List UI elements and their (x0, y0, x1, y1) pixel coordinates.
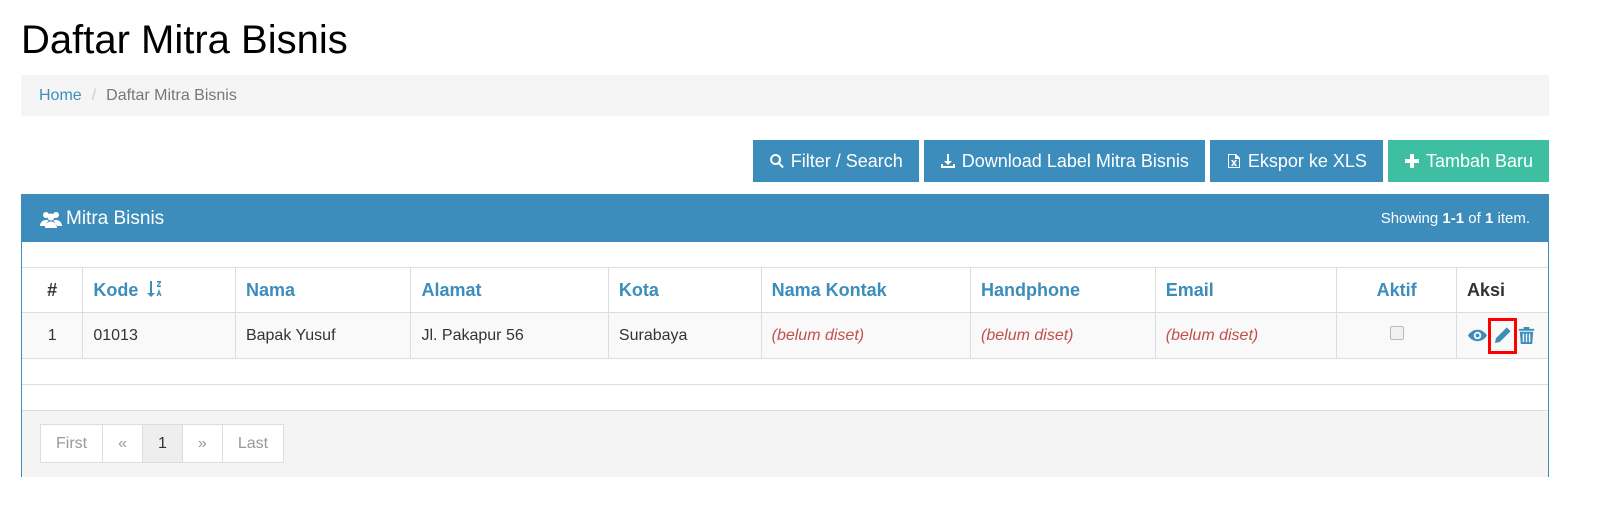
cell-aksi (1455, 312, 1548, 359)
cell-aktif (1336, 312, 1457, 359)
column-header-kota[interactable]: Kota (607, 267, 762, 313)
row-actions (1467, 317, 1538, 354)
panel-header: Mitra Bisnis Showing 1-1 of 1 item. (22, 195, 1548, 242)
column-header-aksi: Aksi (1455, 267, 1548, 313)
column-header-number: # (22, 267, 84, 313)
plus-icon (1404, 154, 1419, 168)
cell-kode: 01013 (82, 312, 236, 359)
column-header-kode[interactable]: Kode (82, 267, 236, 313)
edit-button[interactable] (1487, 317, 1517, 354)
sort-link-kode[interactable]: Kode (93, 280, 138, 300)
cell-number: 1 (22, 312, 84, 359)
users-icon (40, 211, 62, 228)
item-summary: Showing 1-1 of 1 item. (1380, 210, 1530, 227)
download-label-text: Download Label Mitra Bisnis (961, 150, 1189, 171)
pagination: First « 1 » Last (40, 424, 285, 463)
toolbar: Filter / Search Download Label Mitra Bis… (752, 140, 1549, 182)
export-xls-label: Ekspor ke XLS (1247, 150, 1367, 171)
pencil-icon (1494, 327, 1511, 344)
cell-handphone: (belum diset) (970, 312, 1156, 359)
add-new-label: Tambah Baru (1425, 150, 1533, 171)
breadcrumb-separator: / (91, 86, 97, 104)
aktif-checkbox (1389, 326, 1404, 340)
cell-kota: Surabaya (607, 312, 762, 359)
pager-last[interactable]: Last (221, 424, 285, 463)
pagination-area: First « 1 » Last (22, 410, 1548, 477)
table-header-row: # Kode Nama Alamat Kota Nama Kontak Hand… (22, 267, 1548, 313)
pager-prev[interactable]: « (102, 424, 144, 463)
export-xls-button[interactable]: Ekspor ke XLS (1209, 140, 1383, 182)
delete-button[interactable] (1516, 321, 1538, 351)
breadcrumb-current: Daftar Mitra Bisnis (106, 86, 237, 104)
eye-icon (1468, 329, 1488, 342)
table-footer-spacer (22, 360, 1548, 385)
breadcrumb-home-link[interactable]: Home (39, 87, 82, 105)
table-row: 1 01013 Bapak Yusuf Jl. Pakapur 56 Surab… (22, 312, 1548, 359)
view-button[interactable] (1467, 321, 1489, 351)
column-header-nama-kontak[interactable]: Nama Kontak (760, 267, 972, 313)
panel-title-text: Mitra Bisnis (66, 207, 165, 229)
cell-nama: Bapak Yusuf (234, 312, 412, 359)
column-header-handphone[interactable]: Handphone (970, 267, 1156, 313)
sort-alpha-icon (147, 280, 162, 297)
column-header-email[interactable]: Email (1154, 267, 1338, 313)
trash-icon (1519, 326, 1535, 345)
mitra-bisnis-panel: Mitra Bisnis Showing 1-1 of 1 item. # Ko… (21, 194, 1549, 477)
page-title: Daftar Mitra Bisnis (21, 18, 348, 62)
column-header-nama[interactable]: Nama (234, 267, 412, 313)
pager-first[interactable]: First (40, 424, 104, 463)
download-label-button[interactable]: Download Label Mitra Bisnis (923, 140, 1205, 182)
search-icon (769, 154, 784, 169)
cell-alamat: Jl. Pakapur 56 (410, 312, 609, 359)
pager-page-1[interactable]: 1 (142, 424, 183, 463)
download-icon (940, 154, 955, 168)
column-header-aktif[interactable]: Aktif (1336, 267, 1457, 313)
file-excel-icon (1227, 154, 1240, 168)
add-new-button[interactable]: Tambah Baru (1387, 140, 1549, 182)
pager-next[interactable]: » (181, 424, 223, 463)
mitra-table: # Kode Nama Alamat Kota Nama Kontak Hand… (22, 267, 1548, 359)
column-header-alamat[interactable]: Alamat (410, 267, 609, 313)
panel-title: Mitra Bisnis (40, 208, 164, 230)
table-wrapper: # Kode Nama Alamat Kota Nama Kontak Hand… (22, 267, 1548, 359)
filter-search-label: Filter / Search (790, 150, 903, 171)
cell-nama-kontak: (belum diset) (760, 312, 972, 359)
breadcrumb: Home / Daftar Mitra Bisnis (21, 75, 1549, 116)
cell-email: (belum diset) (1154, 312, 1338, 359)
filter-search-button[interactable]: Filter / Search (752, 140, 919, 182)
